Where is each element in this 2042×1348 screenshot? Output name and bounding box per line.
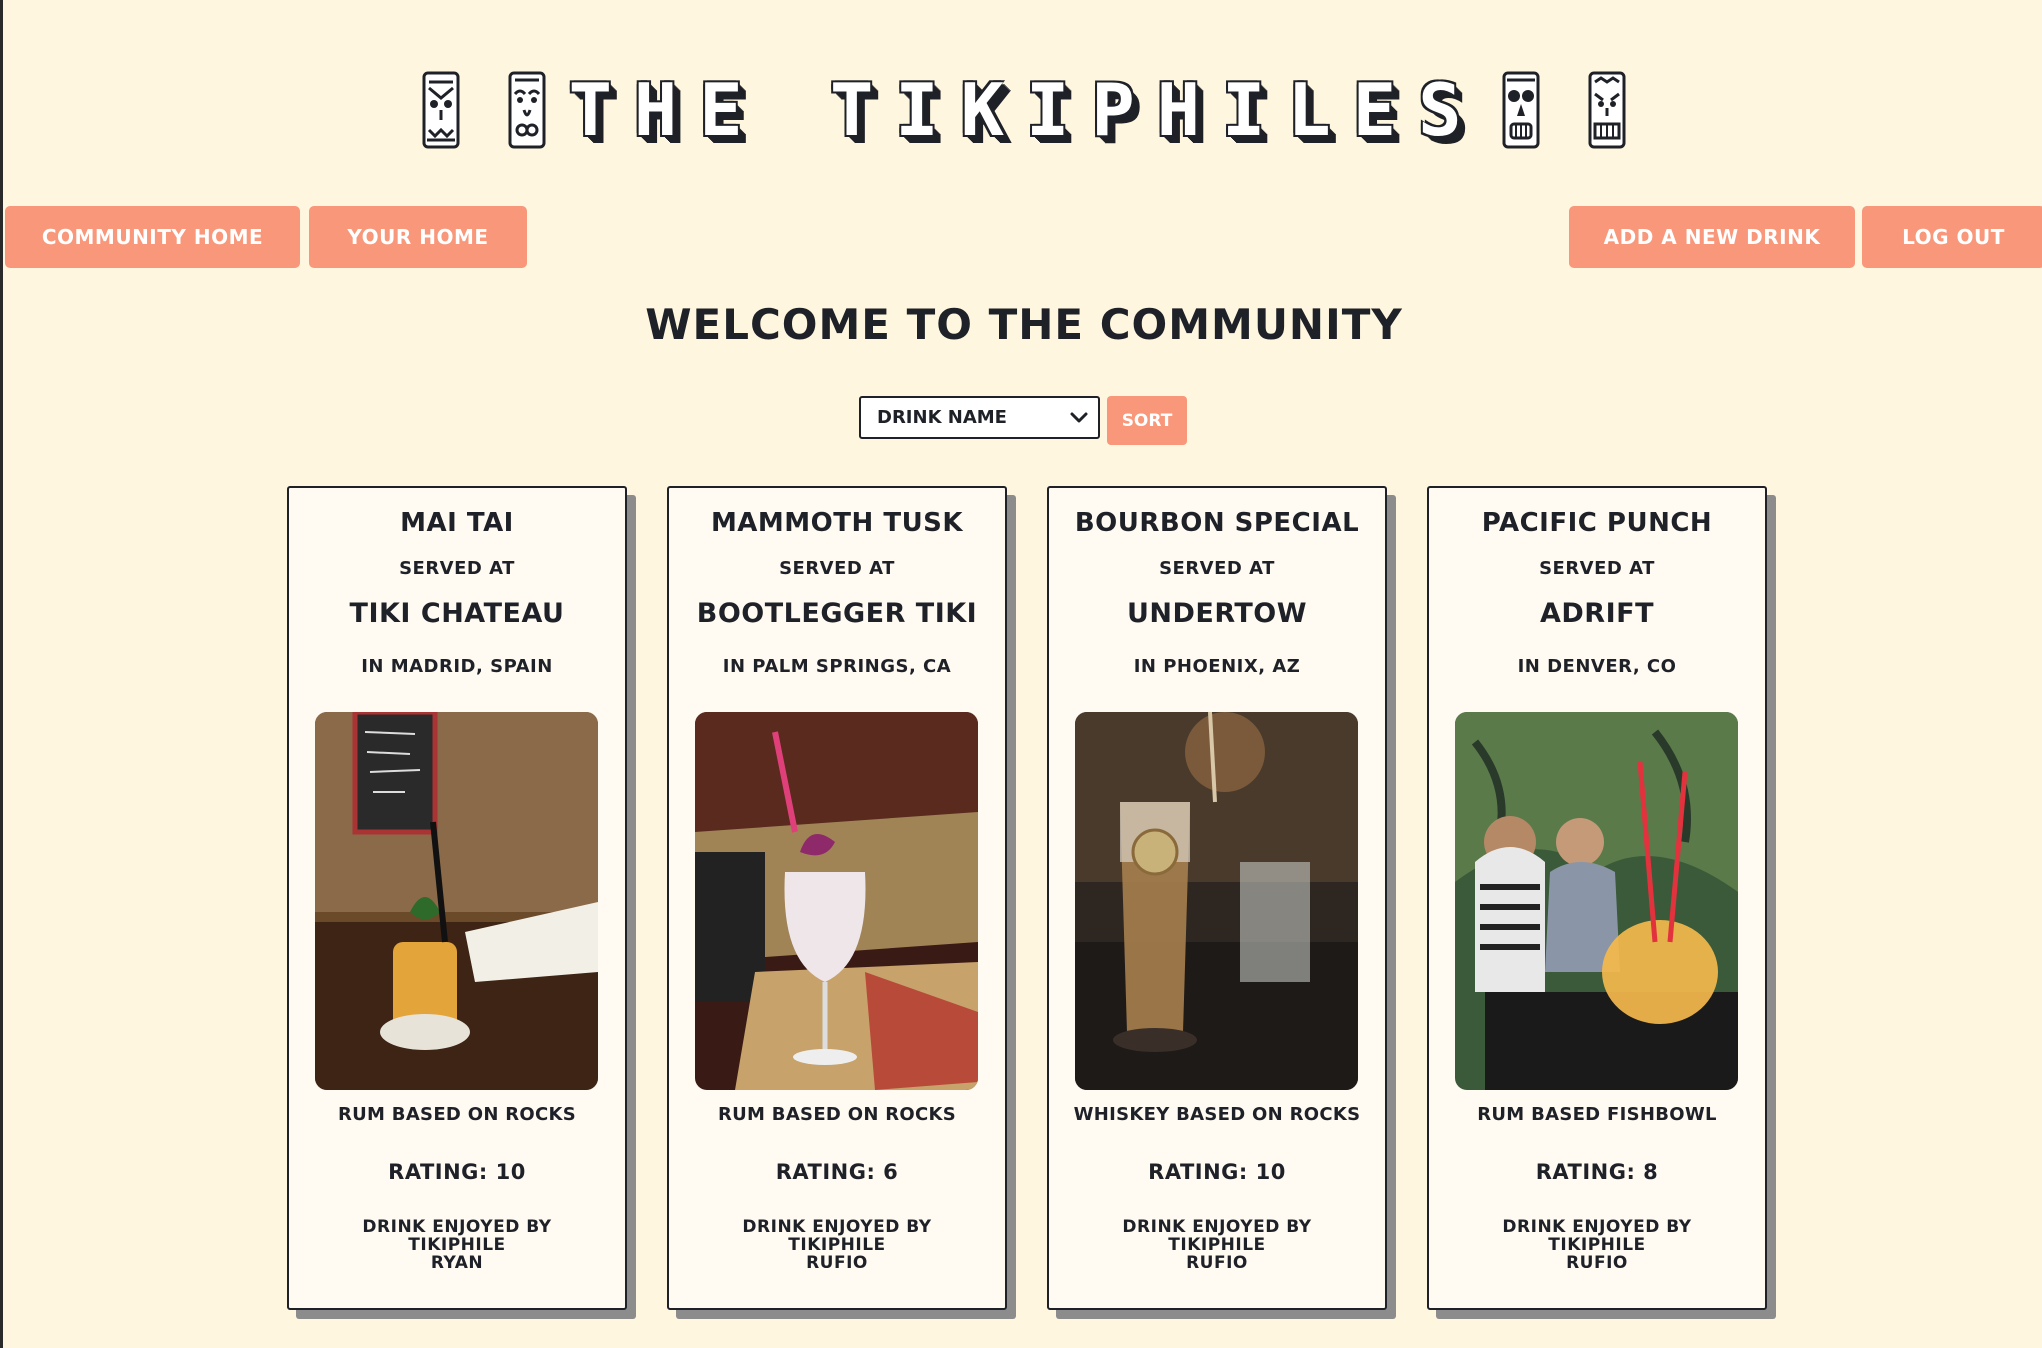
drink-style: Whiskey Based On Rocks bbox=[1073, 1104, 1361, 1125]
tiki-mask-icon bbox=[421, 70, 461, 150]
site-title: THE TIKIPHILES bbox=[568, 68, 1484, 152]
cocktail-photo bbox=[695, 712, 978, 1090]
sort-select-value: Drink Name bbox=[877, 407, 1007, 428]
venue-name: Bootlegger Tiki bbox=[696, 598, 978, 629]
enjoyed-by-user: Rufio bbox=[1186, 1253, 1248, 1273]
enjoyed-by-label: Drink Enjoyed By bbox=[742, 1217, 932, 1237]
enjoyed-by-label: Drink Enjoyed By bbox=[1122, 1217, 1312, 1237]
community-home-button[interactable]: Community Home bbox=[5, 206, 300, 268]
drink-card[interactable]: Mammoth Tusk Served At Bootlegger Tiki I… bbox=[667, 486, 1007, 1310]
drink-rating: Rating: 6 bbox=[775, 1160, 899, 1184]
venue-name: Tiki Chateau bbox=[349, 598, 565, 629]
venue-location: In Phoenix, AZ bbox=[1133, 656, 1301, 677]
enjoyed-by-label: Drink Enjoyed By bbox=[362, 1217, 552, 1237]
enjoyed-by: Drink Enjoyed By Tikiphile Rufio bbox=[1429, 1218, 1765, 1272]
site-header: THE TIKIPHILES bbox=[3, 55, 2042, 165]
your-home-button[interactable]: Your Home bbox=[309, 206, 527, 268]
enjoyed-by-label: Drink Enjoyed By bbox=[1502, 1217, 1692, 1237]
drink-style: Rum Based Fishbowl bbox=[1477, 1104, 1717, 1125]
add-new-drink-button[interactable]: Add a New Drink bbox=[1569, 206, 1855, 268]
page-title: Welcome to the Community bbox=[645, 300, 1403, 349]
tikiphile-label: Tikiphile bbox=[408, 1235, 506, 1255]
served-at-label: Served At bbox=[1159, 558, 1275, 579]
served-at-label: Served At bbox=[1539, 558, 1655, 579]
venue-name: Adrift bbox=[1539, 598, 1654, 629]
cocktail-photo bbox=[315, 712, 598, 1090]
drink-rating: Rating: 8 bbox=[1535, 1160, 1659, 1184]
enjoyed-by-user: Ryan bbox=[430, 1253, 484, 1273]
tikiphile-label: Tikiphile bbox=[1548, 1235, 1646, 1255]
drink-style: Rum Based On Rocks bbox=[717, 1104, 957, 1125]
drink-name: Bourbon Special bbox=[1074, 508, 1360, 538]
venue-name: Undertow bbox=[1126, 598, 1308, 629]
enjoyed-by-user: Rufio bbox=[1566, 1253, 1628, 1273]
drink-card[interactable]: Mai Tai Served At Tiki Chateau In Madrid… bbox=[287, 486, 627, 1310]
tikiphile-label: Tikiphile bbox=[788, 1235, 886, 1255]
sort-select[interactable]: Drink Name bbox=[859, 396, 1100, 439]
venue-location: In Denver, CO bbox=[1517, 656, 1677, 677]
served-at-label: Served At bbox=[399, 558, 515, 579]
drink-name: Pacific Punch bbox=[1481, 508, 1713, 538]
cocktail-photo bbox=[1075, 712, 1358, 1090]
tiki-mask-icon bbox=[1587, 70, 1627, 150]
cocktail-photo bbox=[1455, 712, 1738, 1090]
drink-rating: Rating: 10 bbox=[1148, 1160, 1286, 1184]
log-out-button[interactable]: Log Out bbox=[1862, 206, 2042, 268]
drink-style: Rum Based On Rocks bbox=[337, 1104, 577, 1125]
drink-card[interactable]: Bourbon Special Served At Undertow In Ph… bbox=[1047, 486, 1387, 1310]
tikiphile-label: Tikiphile bbox=[1168, 1235, 1266, 1255]
drink-rating: Rating: 10 bbox=[388, 1160, 526, 1184]
drink-name: Mammoth Tusk bbox=[710, 508, 964, 538]
sort-button[interactable]: Sort bbox=[1107, 396, 1187, 445]
enjoyed-by-user: Rufio bbox=[806, 1253, 868, 1273]
venue-location: In Palm Springs, CA bbox=[722, 656, 952, 677]
served-at-label: Served At bbox=[779, 558, 895, 579]
enjoyed-by: Drink Enjoyed By Tikiphile Rufio bbox=[1049, 1218, 1385, 1272]
enjoyed-by: Drink Enjoyed By Tikiphile Rufio bbox=[669, 1218, 1005, 1272]
tiki-mask-icon bbox=[1501, 70, 1541, 150]
tiki-mask-icon bbox=[507, 70, 547, 150]
chevron-down-icon bbox=[1070, 412, 1088, 423]
venue-location: In Madrid, Spain bbox=[361, 656, 553, 677]
drink-name: Mai Tai bbox=[400, 508, 514, 538]
enjoyed-by: Drink Enjoyed By Tikiphile Ryan bbox=[289, 1218, 625, 1272]
drink-card[interactable]: Pacific Punch Served At Adrift In Denver… bbox=[1427, 486, 1767, 1310]
